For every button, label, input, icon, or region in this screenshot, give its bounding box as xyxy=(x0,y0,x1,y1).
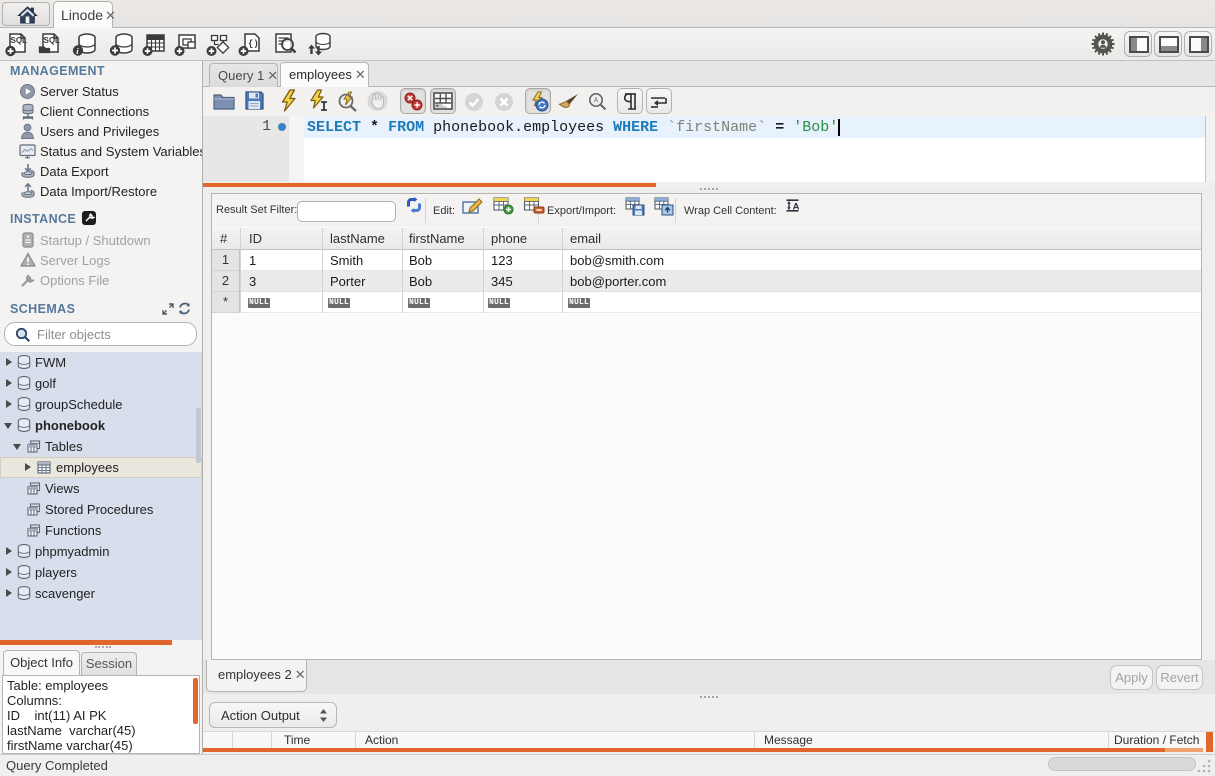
svg-text:SQL: SQL xyxy=(44,36,61,45)
svg-text:SQL: SQL xyxy=(11,36,28,45)
svg-text:A: A xyxy=(793,201,799,212)
svg-text:{): {) xyxy=(248,39,259,49)
